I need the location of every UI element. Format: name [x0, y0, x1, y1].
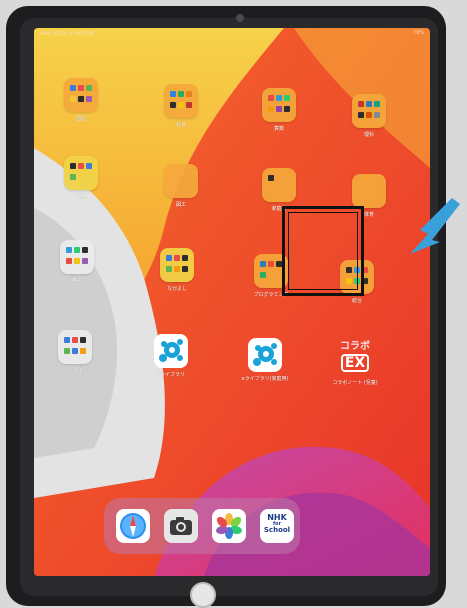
folder-ongaku[interactable]: 音楽 [46, 156, 116, 200]
folder-label: ツール [67, 368, 83, 374]
folder-zuko[interactable]: 図工 [146, 164, 216, 208]
front-camera [236, 14, 244, 22]
app-label: eライブラリ [156, 372, 186, 378]
collabo-title: コラボ [340, 341, 370, 352]
collabo-ex: EX [341, 354, 369, 372]
folder-icon [164, 84, 198, 118]
folder-tool[interactable]: ツール [40, 330, 110, 374]
ipad-screen: iPad 10:35 火 9月15日 79% 国語 社会 算数 理科 音楽 図工… [34, 28, 430, 576]
folder-label: 国語 [75, 116, 86, 122]
folder-eigo[interactable]: 英語 [42, 240, 112, 284]
app-collabo-ex[interactable]: コラボ EX コラボノート (児童) [320, 342, 390, 387]
nhk-for-school-icon[interactable]: NHK for School [260, 509, 294, 543]
folder-label: 理科 [363, 132, 374, 138]
folder-icon [262, 88, 296, 122]
collabo-note-icon: コラボ EX [338, 342, 372, 376]
folder-sansu[interactable]: 算数 [244, 88, 314, 132]
folder-icon [352, 94, 386, 128]
folder-label: 社会 [175, 122, 186, 128]
folder-rika[interactable]: 理科 [334, 94, 404, 138]
folder-label: 図工 [175, 202, 186, 208]
status-time: iPad 10:35 火 9月15日 [40, 31, 95, 37]
e-library-icon [248, 338, 282, 372]
folder-icon [64, 156, 98, 190]
photos-icon[interactable] [212, 509, 246, 543]
app-ebook-1[interactable]: eライブラリ [136, 334, 206, 378]
folder-label: 総合 [351, 298, 362, 304]
safari-icon[interactable] [116, 509, 150, 543]
app-ebook-2[interactable]: eライブラリ(家庭用) [230, 338, 300, 382]
home-button[interactable] [190, 582, 216, 608]
selection-highlight-frame [282, 206, 364, 296]
folder-icon [160, 248, 194, 282]
battery-level: 79% [412, 30, 424, 36]
folder-nakayoshi[interactable]: なかよし [142, 248, 212, 292]
app-label: コラボノート (児童) [332, 380, 378, 386]
folder-icon [60, 240, 94, 274]
folder-label: 英語 [71, 278, 82, 284]
folder-icon [58, 330, 92, 364]
folder-label: なかよし [167, 286, 187, 292]
folder-icon [352, 174, 386, 208]
app-label: eライブラリ(家庭用) [241, 376, 289, 382]
folder-icon [64, 78, 98, 112]
dock: NHK for School [104, 498, 300, 554]
status-bar: iPad 10:35 火 9月15日 79% [40, 30, 424, 40]
folder-icon [164, 164, 198, 198]
folder-icon [262, 168, 296, 202]
camera-icon[interactable] [164, 509, 198, 543]
e-library-icon [154, 334, 188, 368]
folder-label: 音楽 [75, 194, 86, 200]
folder-kokugo[interactable]: 国語 [46, 78, 116, 122]
folder-label: 算数 [273, 126, 284, 132]
folder-shakai[interactable]: 社会 [146, 84, 216, 128]
pointer-arrow-icon [410, 198, 460, 254]
